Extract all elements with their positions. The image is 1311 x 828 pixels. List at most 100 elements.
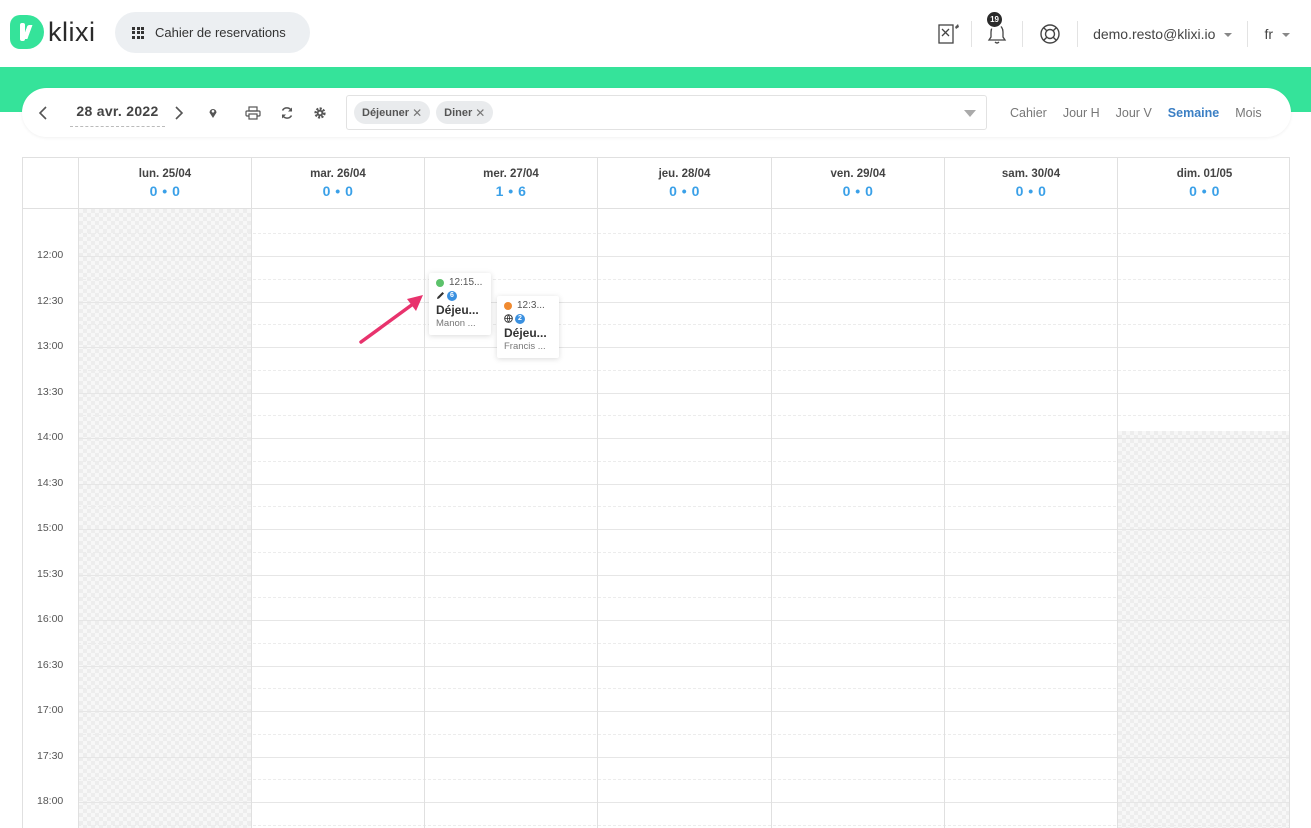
day-count: 0 • 0 xyxy=(842,183,874,199)
time-grid-line xyxy=(78,756,1289,758)
chevron-right-icon xyxy=(175,105,184,120)
day-label: lun. 25/04 xyxy=(138,168,192,180)
time-label: 12:00 xyxy=(37,249,64,261)
remove-chip-icon[interactable]: ✕ xyxy=(475,106,485,120)
calendar-toolbar: 28 avr. 2022 Déjeuner ✕ Diner ✕ Cahier J… xyxy=(22,88,1291,137)
day-column-border xyxy=(1117,209,1118,828)
day-column-border xyxy=(771,209,772,828)
status-dot xyxy=(504,301,512,310)
language-label: fr xyxy=(1264,25,1273,42)
reservation-service: Déjeu... xyxy=(504,326,547,340)
time-label: 15:30 xyxy=(37,567,64,580)
app-menu-label: Cahier de reservations xyxy=(155,25,286,40)
language-selector[interactable]: fr xyxy=(1248,26,1311,42)
time-label: 14:00 xyxy=(37,431,64,443)
time-grid-line xyxy=(78,256,1289,257)
day-label: jeu. 28/04 xyxy=(658,168,711,180)
time-grid-line xyxy=(78,347,1289,348)
user-menu[interactable]: demo.resto@klixi.io xyxy=(1078,26,1247,42)
reservation-card[interactable]: 12:15... 6 Déjeu... Manon ... xyxy=(429,273,491,335)
settings-button[interactable] xyxy=(311,88,329,137)
filter-chip-dejeuner[interactable]: Déjeuner ✕ xyxy=(354,101,431,124)
notification-badge: 19 xyxy=(985,9,1005,29)
reservation-time: 12:3... xyxy=(517,300,545,311)
time-grid-line xyxy=(78,574,1289,576)
tab-mois[interactable]: Mois xyxy=(1229,106,1267,120)
annotation-arrow xyxy=(359,295,423,344)
time-grid-line xyxy=(78,529,1289,530)
next-button[interactable] xyxy=(170,88,188,137)
time-label: 16:30 xyxy=(37,658,64,671)
current-date[interactable]: 28 avr. 2022 xyxy=(70,103,165,127)
tab-cahier[interactable]: Cahier xyxy=(1004,106,1053,120)
day-header[interactable]: dim. 01/05 0 • 0 xyxy=(1117,158,1289,208)
menu-card-icon xyxy=(938,23,960,44)
day-label: mer. 27/04 xyxy=(483,168,539,180)
reservation-service: Déjeu... xyxy=(436,303,479,317)
klixi-logo[interactable]: klixi xyxy=(10,15,96,49)
day-column-border xyxy=(251,209,252,828)
lifebuoy-icon xyxy=(1040,23,1060,44)
top-navbar: klixi Cahier de reservations 19 demo.res… xyxy=(0,0,1311,67)
tab-semaine[interactable]: Semaine xyxy=(1162,106,1225,120)
previous-button[interactable] xyxy=(34,88,52,137)
grid-icon xyxy=(132,26,144,39)
remove-chip-icon[interactable]: ✕ xyxy=(412,106,422,120)
time-grid-line xyxy=(78,233,1289,235)
time-label: 14:30 xyxy=(37,476,64,489)
day-count: 0 • 0 xyxy=(1189,183,1220,199)
time-grid-line xyxy=(78,642,1289,644)
day-count: 0 • 0 xyxy=(669,183,700,199)
globe-icon xyxy=(504,314,513,323)
reservation-card[interactable]: 12:3... 2 Déjeu... Francis ... xyxy=(497,296,559,358)
service-filter-select[interactable]: Déjeuner ✕ Diner ✕ xyxy=(346,95,987,130)
day-header[interactable]: sam. 30/04 0 • 0 xyxy=(944,158,1117,208)
logo-text: klixi xyxy=(48,16,96,47)
location-button[interactable] xyxy=(204,88,222,137)
time-grid-line xyxy=(78,483,1289,485)
view-tabs: Cahier Jour H Jour V Semaine Mois xyxy=(1002,88,1270,137)
time-grid-line xyxy=(78,415,1289,417)
time-grid-line xyxy=(78,369,1289,371)
time-label: 17:30 xyxy=(37,749,64,762)
printer-icon xyxy=(245,105,261,120)
day-count: 0 • 0 xyxy=(1015,183,1047,199)
day-column-border xyxy=(597,209,598,828)
caret-down-icon xyxy=(1282,32,1290,37)
day-header[interactable]: mer. 27/04 1 • 6 xyxy=(424,158,597,208)
reservation-customer: Manon ... xyxy=(436,318,476,329)
day-header[interactable]: ven. 29/04 0 • 0 xyxy=(771,158,944,208)
tab-jour-v[interactable]: Jour V xyxy=(1110,106,1158,120)
gear-icon xyxy=(314,106,326,119)
day-label: ven. 29/04 xyxy=(830,168,886,180)
day-header[interactable]: lun. 25/04 0 • 0 xyxy=(78,158,251,208)
time-label: 15:00 xyxy=(37,522,64,534)
time-grid-line xyxy=(78,665,1289,667)
app-menu-button[interactable]: Cahier de reservations xyxy=(115,12,310,53)
day-header[interactable]: mar. 26/04 0 • 0 xyxy=(251,158,424,208)
time-grid-line xyxy=(78,324,1289,326)
status-dot xyxy=(436,278,444,287)
time-grid-line xyxy=(78,438,1289,439)
calendar-grid[interactable]: 12:00 12:30 13:00 13:30 14:00 14:30 15:00 15:30… xyxy=(23,209,1289,828)
menu-card-button[interactable] xyxy=(927,19,971,49)
notifications-button[interactable]: 19 xyxy=(972,9,1022,49)
chevron-left-icon xyxy=(38,105,47,120)
help-button[interactable] xyxy=(1023,19,1077,49)
day-header[interactable]: jeu. 28/04 0 • 0 xyxy=(597,158,771,208)
time-label: 18:00 xyxy=(37,795,64,807)
time-grid-line xyxy=(78,460,1289,462)
filter-chip-diner[interactable]: Diner ✕ xyxy=(436,101,494,124)
klixi-logo-mark xyxy=(10,15,44,49)
day-column-border xyxy=(944,209,945,828)
dropdown-caret-icon[interactable] xyxy=(964,110,976,117)
filter-chip-label: Déjeuner xyxy=(362,106,410,119)
time-label: 12:30 xyxy=(37,294,64,307)
day-column-border xyxy=(78,209,79,828)
refresh-button[interactable] xyxy=(278,88,296,137)
tab-jour-h[interactable]: Jour H xyxy=(1057,106,1106,120)
time-grid-line xyxy=(78,597,1289,599)
print-button[interactable] xyxy=(244,88,262,137)
day-label: dim. 01/05 xyxy=(1176,168,1233,180)
filter-chip-label: Diner xyxy=(444,106,473,119)
